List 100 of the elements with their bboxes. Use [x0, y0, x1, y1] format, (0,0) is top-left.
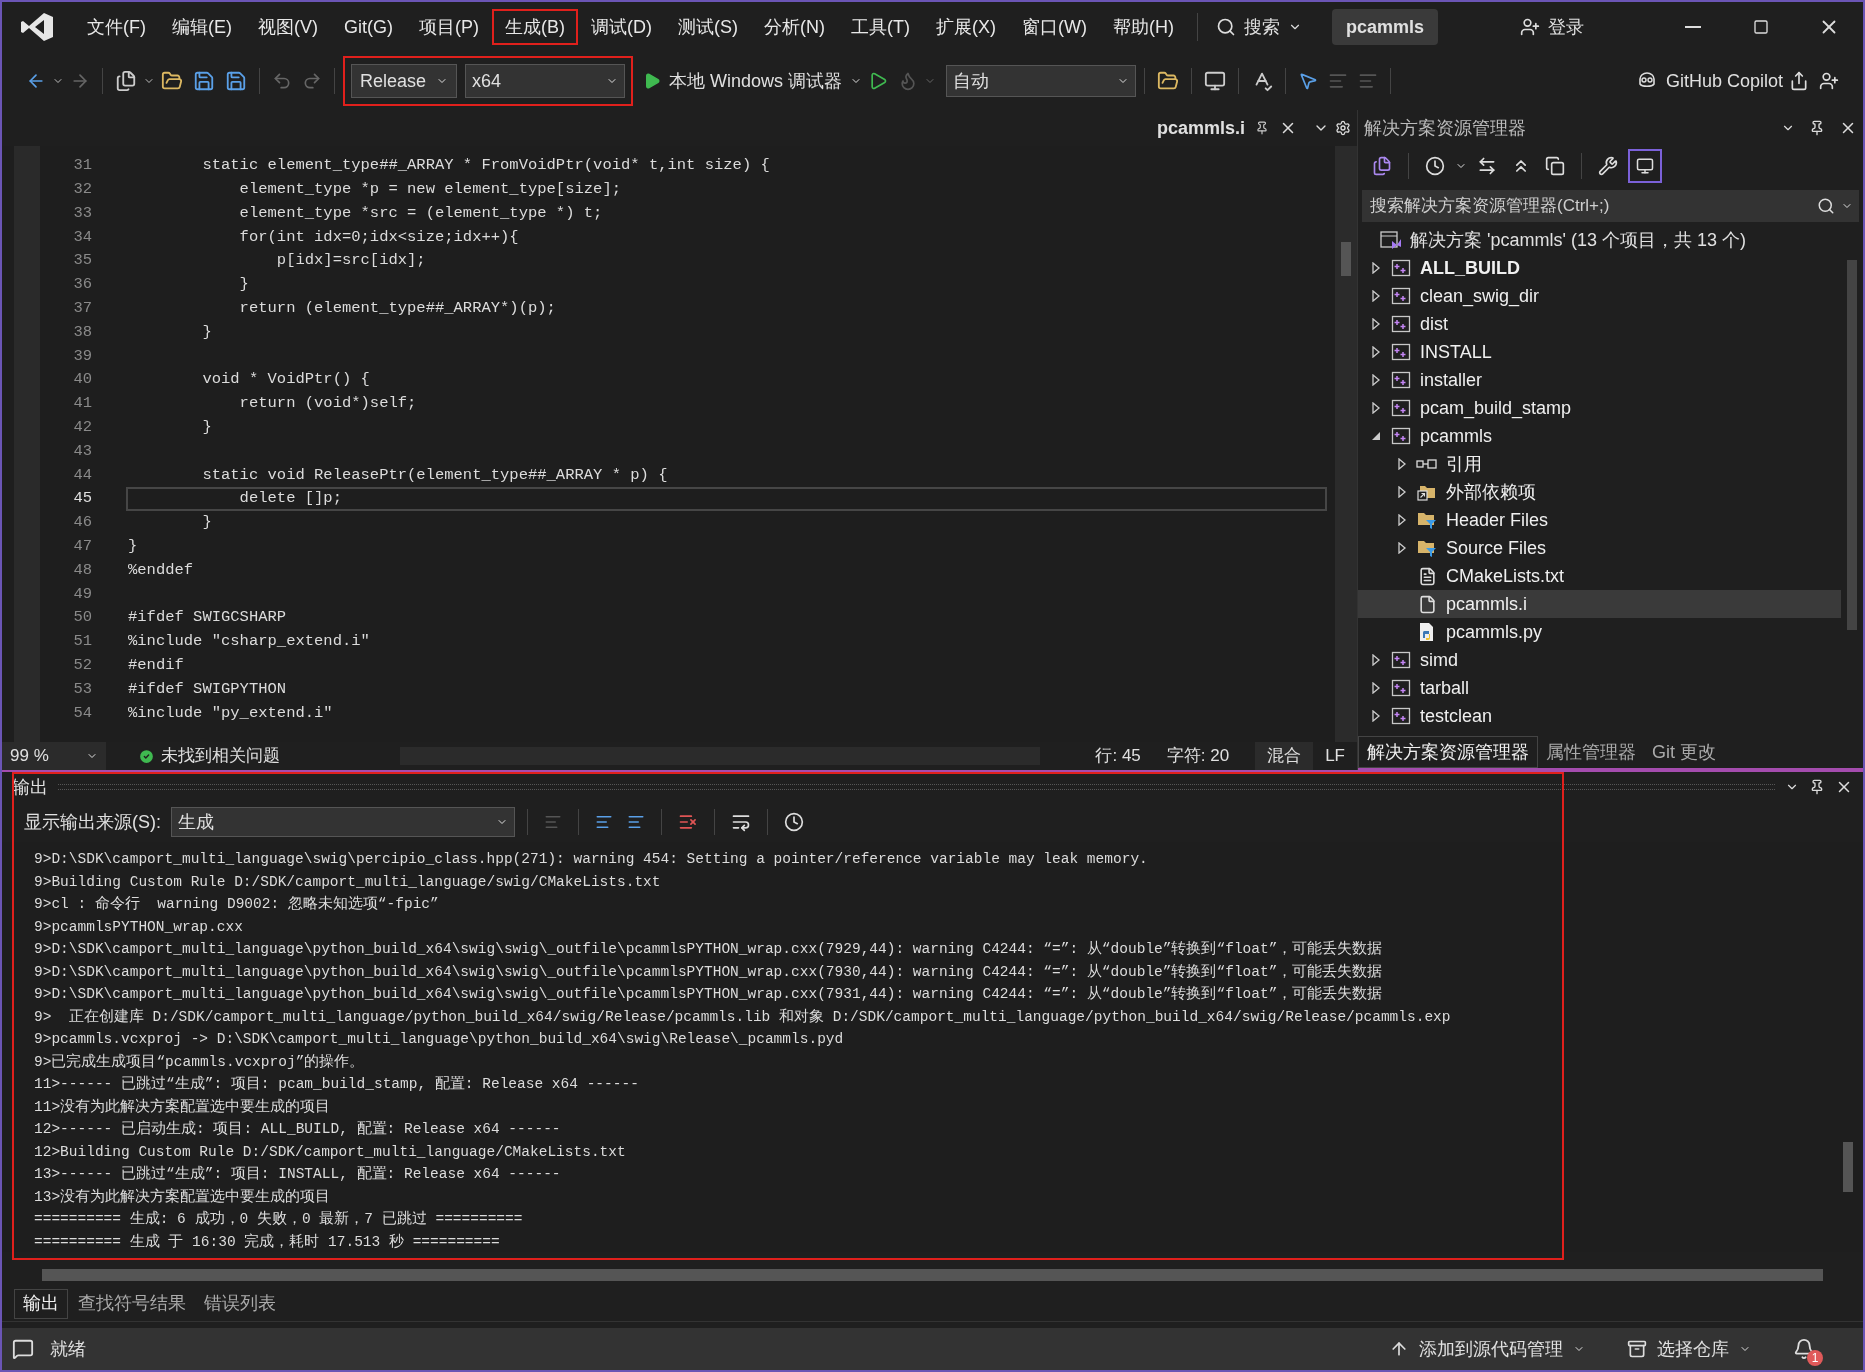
project-icon: [1391, 678, 1411, 698]
file-icon: [1417, 594, 1437, 614]
collapsed-arrow-icon[interactable]: [1370, 654, 1382, 666]
search-field[interactable]: 搜索解决方案资源管理器(Ctrl+;): [1362, 190, 1811, 222]
pin-icon[interactable]: [1255, 121, 1269, 135]
configuration-dropdown[interactable]: Release: [351, 64, 458, 98]
project-icon: [1391, 370, 1411, 390]
message-icon[interactable]: [12, 1338, 34, 1360]
tree-item[interactable]: 解决方案 'pcammls' (13 个项目，共 13 个): [1358, 226, 1841, 254]
sign-in-button[interactable]: 登录: [1520, 13, 1584, 41]
menu-item[interactable]: 工具(T): [838, 9, 923, 45]
menu-item[interactable]: Git(G): [331, 9, 406, 45]
wrench-icon: [1598, 156, 1618, 176]
preview-toggle-button[interactable]: [1628, 149, 1662, 183]
collapsed-arrow-icon[interactable]: [1370, 402, 1382, 414]
settings-icon[interactable]: [1335, 120, 1351, 136]
collapsed-arrow-icon[interactable]: [1370, 346, 1382, 358]
line-number: 46: [72, 512, 92, 534]
menu-item[interactable]: 文件(F): [74, 9, 159, 45]
panel-tab[interactable]: 解决方案资源管理器: [1358, 736, 1538, 768]
menu-item[interactable]: 测试(S): [665, 9, 751, 45]
line-number: 44: [72, 464, 92, 486]
source-control-button[interactable]: 添加到源代码管理: [1389, 1335, 1585, 1363]
tree-item[interactable]: 外部依赖项: [1358, 478, 1841, 506]
line-number: 34: [72, 226, 92, 248]
tree-item[interactable]: pcam_build_stamp: [1358, 394, 1841, 422]
tree-item[interactable]: pcammls.i: [1358, 590, 1841, 618]
menu-item[interactable]: 窗口(W): [1008, 9, 1100, 45]
tree-item-label: pcammls: [1420, 425, 1492, 447]
code-line: %include "csharp_extend.i": [128, 631, 370, 653]
search-options-button[interactable]: [1811, 190, 1859, 222]
code-line: element_type *p = new element_type[size];: [238, 179, 621, 201]
horizontal-scrollbar[interactable]: [42, 1269, 1823, 1281]
collapsed-arrow-icon[interactable]: [1370, 318, 1382, 330]
tree-item[interactable]: dist: [1358, 310, 1841, 338]
panel-tab[interactable]: 属性管理器: [1538, 736, 1644, 768]
collapsed-arrow-icon[interactable]: [1370, 374, 1382, 386]
start-debugging-button[interactable]: 本地 Windows 调试器: [643, 67, 863, 95]
collapsed-arrow-icon[interactable]: [1370, 710, 1382, 722]
panel-tab[interactable]: 查找符号结果: [70, 1288, 194, 1319]
code-line: #endif: [128, 655, 184, 676]
menu-item[interactable]: 视图(V): [245, 9, 331, 45]
menu-item[interactable]: 分析(N): [751, 9, 838, 45]
tree-item[interactable]: Header Files: [1358, 506, 1841, 534]
menu-item[interactable]: 生成(B): [492, 9, 578, 45]
source-dropdown[interactable]: 生成: [171, 807, 515, 837]
tree-item[interactable]: clean_swig_dir: [1358, 282, 1841, 310]
project-icon: [1391, 314, 1411, 334]
tree-item[interactable]: installer: [1358, 366, 1841, 394]
menu-item[interactable]: 编辑(E): [159, 9, 245, 45]
collapsed-arrow-icon[interactable]: [1396, 486, 1408, 498]
mode-dropdown[interactable]: 自动: [946, 65, 1137, 97]
vertical-scrollbar[interactable]: [1335, 146, 1357, 742]
copilot-button[interactable]: GitHub Copilot: [1635, 67, 1783, 95]
issues-indicator[interactable]: 未找到相关问题: [138, 743, 280, 769]
minimize-icon: [1685, 26, 1701, 28]
tree-item-label: Header Files: [1446, 509, 1549, 531]
zoom-dropdown[interactable]: 99 %: [2, 742, 106, 770]
share-icon: [1789, 71, 1809, 91]
tree-item[interactable]: pcammls.py: [1358, 618, 1841, 646]
menu-item[interactable]: 扩展(X): [922, 9, 1009, 45]
column-indicator: 字符: 20: [1166, 745, 1230, 768]
code-line: }: [201, 321, 212, 343]
tree-item[interactable]: CMakeLists.txt: [1358, 562, 1841, 590]
tree-item[interactable]: Source Files: [1358, 534, 1841, 562]
collapsed-arrow-icon[interactable]: [1396, 514, 1408, 526]
folder-filter-icon: [1416, 510, 1438, 530]
tree-item[interactable]: tarball: [1358, 674, 1841, 702]
panel-tab[interactable]: 输出: [14, 1288, 68, 1319]
panel-tab[interactable]: 错误列表: [196, 1288, 284, 1319]
collapsed-arrow-icon[interactable]: [1396, 458, 1408, 470]
folder-filter-icon: [1416, 538, 1438, 558]
panel-tab[interactable]: Git 更改: [1644, 736, 1724, 768]
tree-item[interactable]: INSTALL: [1358, 338, 1841, 366]
collapsed-arrow-icon[interactable]: [1396, 542, 1408, 554]
pin-icon[interactable]: [1809, 779, 1825, 795]
expanded-arrow-icon[interactable]: [1370, 430, 1382, 442]
line-ending-indicator[interactable]: LF: [1313, 742, 1357, 770]
pin-icon[interactable]: [1809, 120, 1825, 136]
repository-button[interactable]: 选择仓库: [1627, 1335, 1751, 1363]
platform-dropdown[interactable]: x64: [465, 64, 626, 98]
tree-item[interactable]: simd: [1358, 646, 1841, 674]
tree-item[interactable]: 引用: [1358, 450, 1841, 478]
tree-item[interactable]: ALL_BUILD: [1358, 254, 1841, 282]
search-button[interactable]: 搜索: [1207, 9, 1310, 45]
project-icon: [1391, 426, 1411, 446]
line-number: 54: [72, 702, 92, 724]
align-left-icon: [595, 813, 613, 831]
tree-item[interactable]: pcammls: [1358, 422, 1841, 450]
output-line: 9>pcammlsPYTHON_wrap.cxx: [34, 917, 243, 937]
line-number: 40: [72, 369, 92, 391]
collapsed-arrow-icon[interactable]: [1370, 262, 1382, 274]
line-number: 52: [72, 655, 92, 676]
menu-item[interactable]: 帮助(H): [1099, 9, 1187, 45]
indent-indicator[interactable]: 混合: [1255, 742, 1314, 770]
collapsed-arrow-icon[interactable]: [1370, 290, 1382, 302]
menu-item[interactable]: 项目(P): [406, 9, 492, 45]
menu-item[interactable]: 调试(D): [578, 9, 665, 45]
collapsed-arrow-icon[interactable]: [1370, 682, 1382, 694]
tree-item[interactable]: testclean: [1358, 702, 1841, 730]
